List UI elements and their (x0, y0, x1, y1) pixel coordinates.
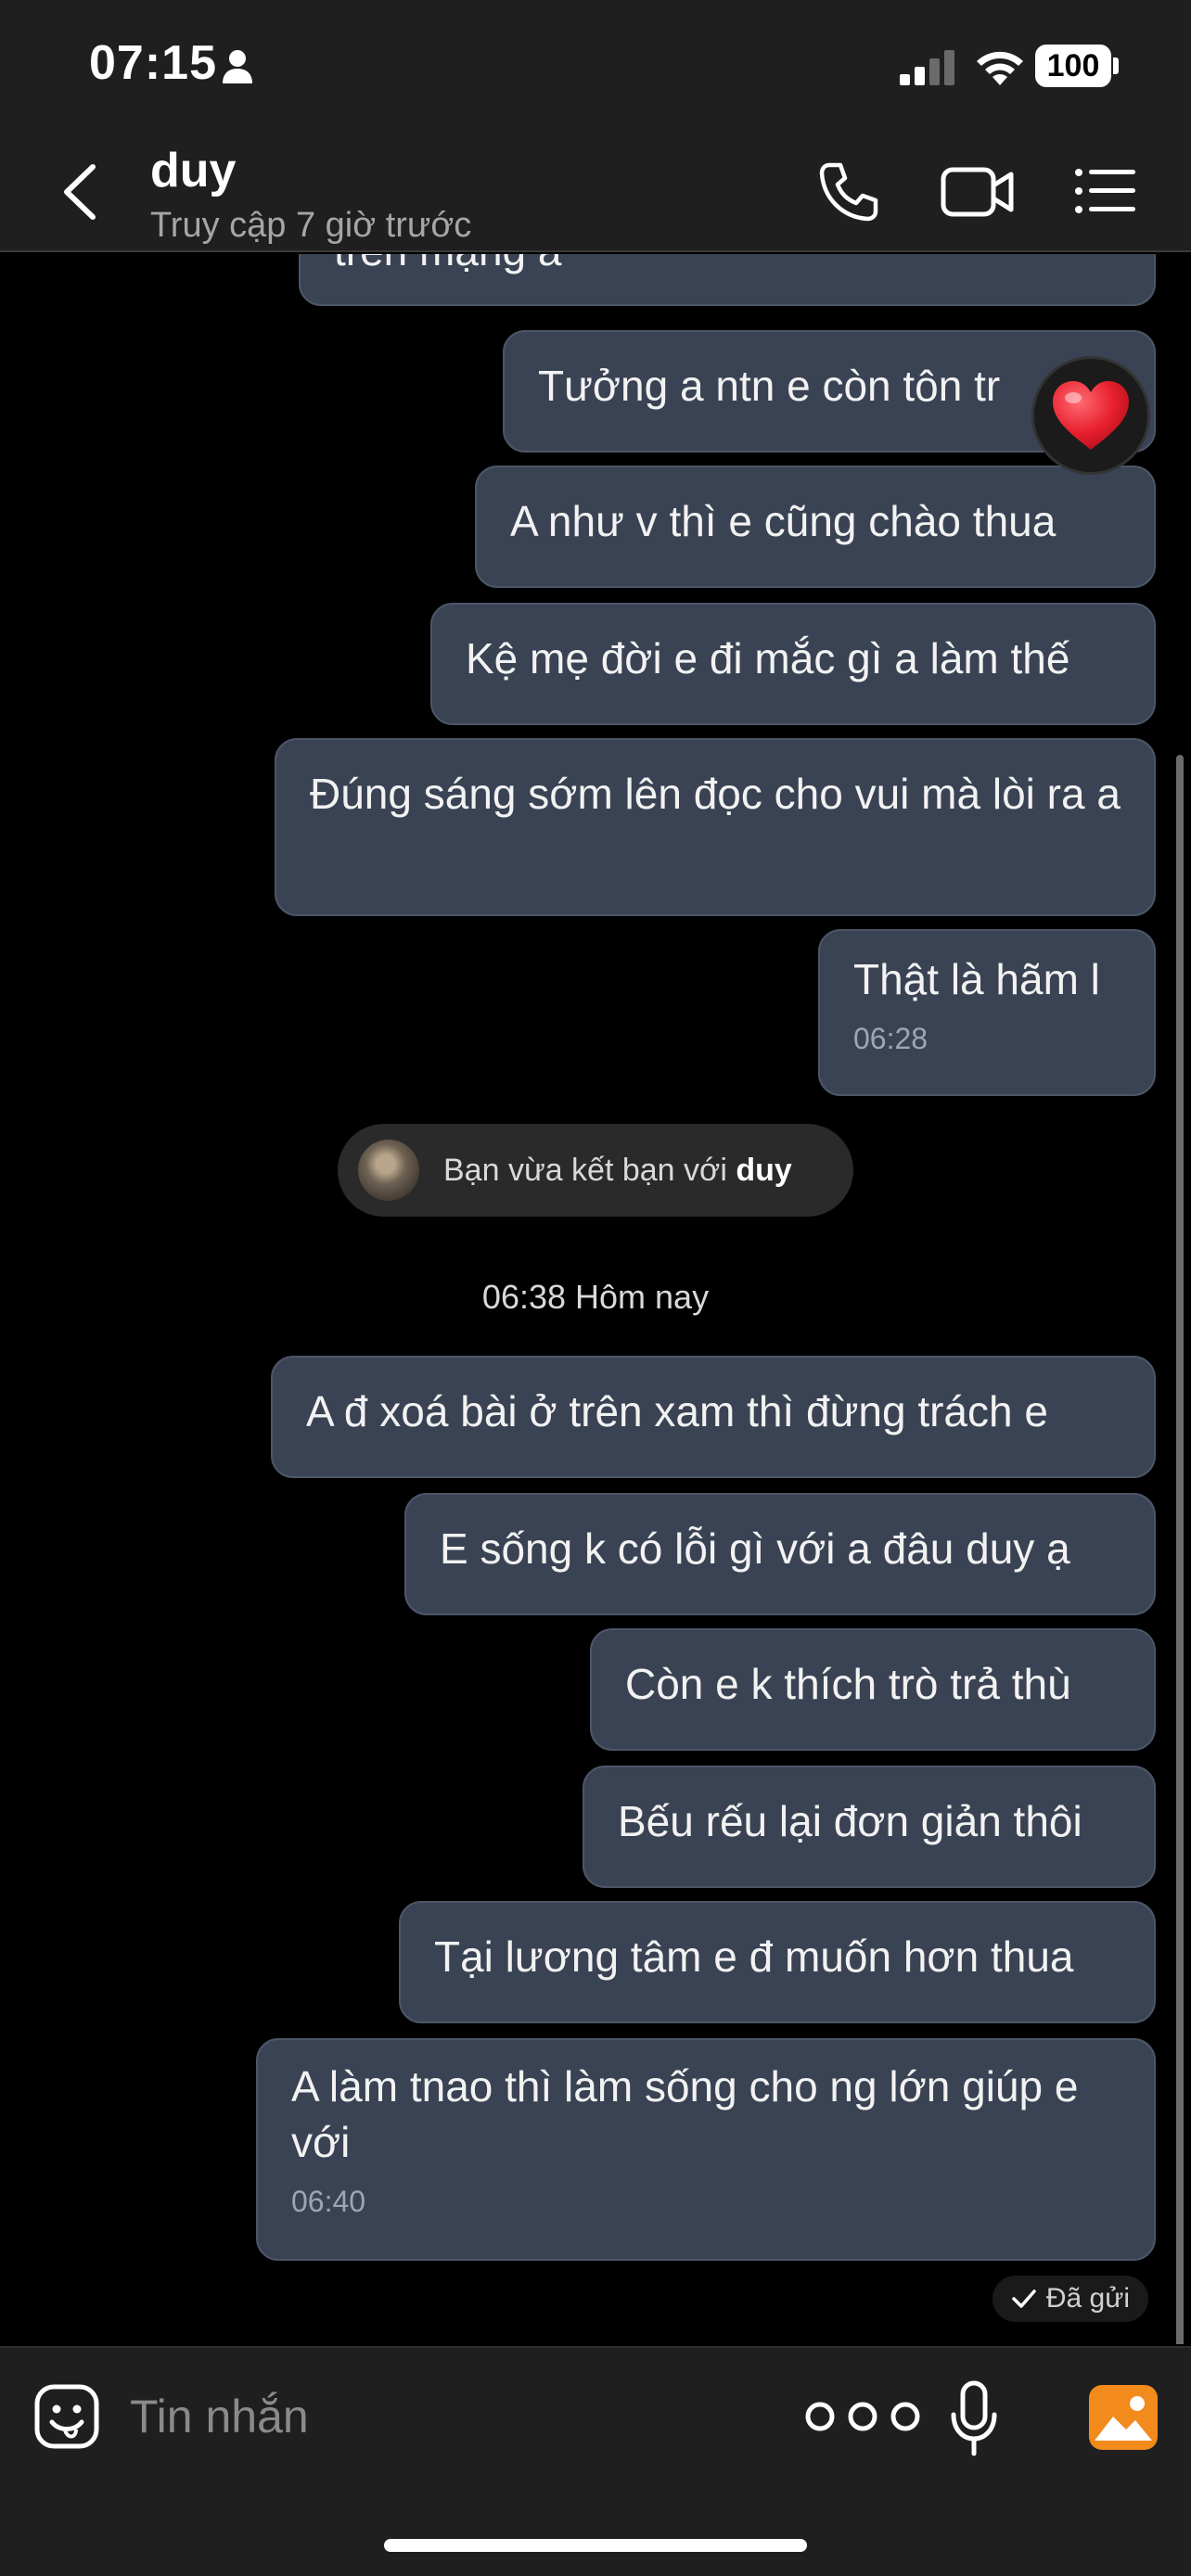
message-bubble[interactable]: Còn e k thích trò trả thù (590, 1628, 1156, 1751)
message-bubble[interactable]: Thật là hãm l 06:28 (818, 929, 1156, 1096)
sticker-emoji-icon[interactable] (33, 2383, 100, 2450)
scrollbar[interactable] (1176, 755, 1184, 2344)
message-text: trên mạng a (334, 254, 561, 274)
avatar[interactable] (358, 1140, 419, 1201)
message-time: 06:40 (291, 2185, 366, 2218)
message-bubble[interactable]: Kệ mẹ đời e đi mắc gì a làm thế (430, 603, 1156, 725)
home-indicator (384, 2539, 807, 2552)
message-text: A đ xoá bài ở trên xam thì đừng trách e (306, 1387, 1048, 1435)
message-text: E sống k có lỗi gì với a đâu duy ạ (440, 1524, 1070, 1573)
message-bubble[interactable]: Đúng sáng sớm lên đọc cho vui mà lòi ra … (275, 738, 1156, 916)
signal-icon (900, 50, 954, 85)
battery-tip (1113, 57, 1119, 74)
message-bubble[interactable]: Tại lương tâm e đ muốn hơn thua (399, 1901, 1156, 2023)
date-separator: 06:38 Hôm nay (481, 1278, 710, 1316)
message-bubble[interactable]: trên mạng a (299, 254, 1156, 306)
phone-call-icon[interactable] (816, 159, 881, 224)
check-icon (1012, 2289, 1036, 2308)
message-text: Thật là hãm l (853, 955, 1100, 1003)
back-button[interactable] (56, 159, 104, 224)
composer-bar (0, 2346, 1191, 2576)
person-icon (223, 50, 252, 83)
video-call-icon[interactable] (941, 165, 1015, 219)
message-text: Tại lương tâm e đ muốn hơn thua (434, 1932, 1074, 1981)
heart-reaction-icon[interactable] (1031, 356, 1150, 475)
friend-notice-name: duy (736, 1152, 792, 1188)
sent-status-text: Đã gửi (1045, 2283, 1130, 2314)
message-bubble[interactable]: Bếu rếu lại đơn giản thôi (583, 1766, 1156, 1888)
message-bubble[interactable]: E sống k có lỗi gì với a đâu duy ạ (404, 1493, 1156, 1615)
more-options-icon[interactable] (801, 2398, 924, 2435)
status-time: 07:15 (89, 36, 217, 90)
friend-notice-prefix: Bạn vừa kết bạn với (443, 1152, 736, 1188)
menu-list-icon[interactable] (1074, 167, 1135, 215)
message-text: Còn e k thích trò trả thù (625, 1660, 1071, 1708)
message-text: Đúng sáng sớm lên đọc cho vui mà lòi ra … (310, 770, 1121, 818)
message-text: A như v thì e cũng chào thua (510, 497, 1057, 545)
message-text: Kệ mẹ đời e đi mắc gì a làm thế (466, 634, 1070, 682)
wifi-icon (977, 51, 1023, 85)
message-text: Bếu rếu lại đơn giản thôi (618, 1797, 1082, 1845)
sent-status: Đã gửi (992, 2276, 1148, 2322)
message-text: Tưởng a ntn e còn tôn tr (538, 362, 1001, 410)
message-bubble[interactable]: A đ xoá bài ở trên xam thì đừng trách e (271, 1356, 1156, 1478)
message-input[interactable] (130, 2378, 742, 2455)
message-time: 06:28 (853, 1022, 928, 1055)
contact-name[interactable]: duy (150, 143, 236, 198)
contact-last-seen: Truy cập 7 giờ trước (150, 206, 472, 245)
friend-notice-text: Bạn vừa kết bạn với duy (443, 1153, 792, 1189)
friend-added-notice: Bạn vừa kết bạn với duy (338, 1124, 853, 1217)
microphone-icon[interactable] (948, 2379, 1000, 2457)
message-bubble[interactable]: A như v thì e cũng chào thua (475, 465, 1156, 588)
image-gallery-icon[interactable] (1089, 2385, 1158, 2450)
message-bubble[interactable]: A làm tnao thì làm sống cho ng lớn giúp … (256, 2038, 1156, 2261)
battery-indicator: 100 (1035, 45, 1111, 87)
chat-header: 07:15 100 duy Truy cập 7 giờ trước (0, 0, 1191, 252)
message-text: A làm tnao thì làm sống cho ng lớn giúp … (291, 2062, 1079, 2166)
